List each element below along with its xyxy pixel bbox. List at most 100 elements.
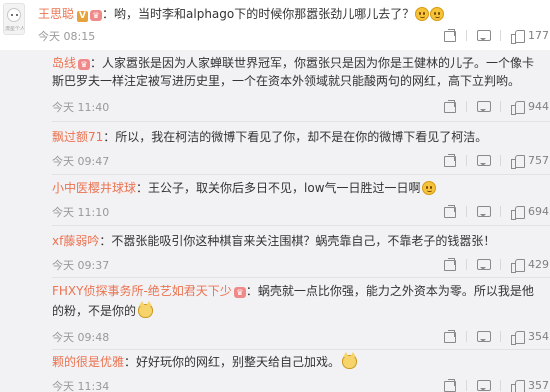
reply-time: 今天 09:37 [52,259,110,272]
reply-text-continued: 斯巴罗夫一样注定被写进历史里，一个在资本外领域就只能酸两句的网红，高下立判哟。 [52,74,521,88]
reply-actions: 357 [433,377,550,392]
verified-icon: V [77,11,89,22]
top-comment: 流星个人秀 王思聪V♛：哟，当时李和alphago下的时候你那嚣张劲儿哪儿去了？… [0,0,550,50]
reply-actions: 694 [433,203,550,220]
action-divider [500,100,501,112]
action-divider [466,379,467,391]
thumbs-up-icon[interactable] [511,154,525,169]
embarrassed-emoji-icon [415,7,430,21]
reply-item: xf藤弱吟：不嚣张能吸引你这种棋盲来关注围棋？蜗壳靠自己，不靠老子的钱嚣张！ 今… [52,233,550,273]
action-divider [466,330,467,342]
share-icon[interactable] [443,330,456,343]
reply-item: FHXY侦探事务所-绝艺如君天下少 ♛ ：蜗壳就一点比你强，能力之外资本为零。所以我… [52,283,550,345]
avatar-eye-left [11,14,13,16]
comment-icon[interactable] [477,205,491,218]
reply-item: 岛线 ♛ ：人家嚣张是因为人家蝉联世界冠军，你嚣张只是因为你是王健林的儿子。一个像卡… [52,55,550,115]
thumbs-up-icon[interactable] [511,379,525,392]
top-comment-time: 今天 08:15 [38,30,96,43]
thumbs-up-icon[interactable] [511,258,525,273]
like-count: 177 [528,28,549,42]
reply-text: ：好好玩你的网红，别整天给自己加戏。 [124,355,341,369]
reply-line: 飘过额71：所以，我在柯洁的微博下看见了你，却不是在你的微博下看见了柯洁。 [52,129,487,145]
reply-time: 今天 09:47 [52,155,110,168]
comment-icon[interactable] [477,154,491,167]
avatar-eye-right [16,14,18,16]
reply-actions: 757 [433,152,550,169]
row-divider [52,277,550,278]
embarrassed-emoji-icon [430,7,445,21]
action-divider [466,205,467,217]
action-divider [500,330,501,342]
comment-icon[interactable] [477,29,491,42]
reply-username-link[interactable]: FHXY侦探事务所-绝艺如君天下少 [52,284,232,298]
reply-line: 的粉，不是你的 [52,301,154,319]
share-icon[interactable] [443,29,456,42]
comment-icon[interactable] [477,330,491,343]
reply-line: 颗的很是优雅：好好玩你的网红，别整天给自己加戏。 [52,352,358,370]
row-divider [52,225,550,226]
reply-line: 小中医樱井球球：王公子，取关你后多日不见，low气一日胜过一日啊 [52,180,436,196]
thumbs-up-icon[interactable] [511,330,525,345]
action-divider [466,258,467,270]
comment-icon[interactable] [477,100,491,113]
reply-username-link[interactable]: 岛线 [52,56,76,70]
like-count: 357 [528,378,549,392]
action-divider [466,100,467,112]
action-divider [500,258,501,270]
top-comment-text: ：哟，当时李和alphago下的时候你那嚣张劲儿哪儿去了？ [102,7,415,21]
reply-time: 今天 09:48 [52,331,110,344]
reply-text-continued: 的粉，不是你的 [52,304,137,318]
reply-line: 岛线 ♛ ：人家嚣张是因为人家蝉联世界冠军，你嚣张只是因为你是王健林的儿子。一个像卡 [52,55,534,71]
reply-text: ：人家嚣张是因为人家蝉联世界冠军，你嚣张只是因为你是王健林的儿子。一个像卡 [90,56,535,70]
member-badge-icon: ♛ [78,59,91,70]
share-icon[interactable] [443,258,456,271]
share-icon[interactable] [443,379,456,392]
reply-item: 颗的很是优雅：好好玩你的网红，别整天给自己加戏。 今天 11:34 357 [52,352,550,392]
action-divider [500,29,501,41]
reply-text: ：不嚣张能吸引你这种棋盲来关注围棋？蜗壳靠自己，不靠老子的钱嚣张！ [99,234,496,248]
reply-text: ：蜗壳就一点比你强，能力之外资本为零。所以我是他 [245,284,534,298]
like-count: 694 [528,204,549,218]
member-badge-icon: ♛ [233,287,246,298]
comment-icon[interactable] [477,379,491,392]
reply-username-link[interactable]: 颗的很是优雅 [52,355,124,369]
avatar-face-icon [7,8,21,22]
like-count: 757 [528,153,549,167]
comment-icon[interactable] [477,258,491,271]
action-divider [500,379,501,391]
avatar-caption: 流星个人秀 [5,26,25,32]
action-divider [466,154,467,166]
reply-username-link[interactable]: 小中医樱井球球 [52,181,136,195]
thumbs-up-icon[interactable] [511,205,525,220]
avatar[interactable]: 流星个人秀 [3,3,25,35]
reply-text: ：王公子，取关你后多日不见，low气一日胜过一日啊 [136,181,421,195]
share-icon[interactable] [443,154,456,167]
like-count: 429 [528,257,549,271]
share-icon[interactable] [443,205,456,218]
reply-time: 今天 11:10 [52,206,110,219]
replies-feed: 岛线 ♛ ：人家嚣张是因为人家蝉联世界冠军，你嚣张只是因为你是王健林的儿子。一个像卡… [0,50,550,392]
cat-emoji-icon [342,352,358,369]
like-count: 354 [528,329,549,343]
reply-username-link[interactable]: 飘过额71 [52,130,103,144]
thumbs-up-icon[interactable] [511,29,525,44]
row-divider [52,121,550,122]
action-divider [466,29,467,41]
reply-actions: 429 [433,256,550,273]
top-comment-line: 王思聪 V ♛ ：哟，当时李和alphago下的时候你那嚣张劲儿哪儿去了？ [38,6,445,22]
reply-item: 小中医樱井球球：王公子，取关你后多日不见，low气一日胜过一日啊 今天 11:1… [52,180,550,220]
like-count: 944 [528,99,549,113]
reply-actions: 944 [433,98,550,115]
reply-time: 今天 11:34 [52,380,110,392]
reply-username-link[interactable]: xf藤弱吟 [52,234,99,248]
reply-line: xf藤弱吟：不嚣张能吸引你这种棋盲来关注围棋？蜗壳靠自己，不靠老子的钱嚣张！ [52,233,495,249]
top-username-link[interactable]: 王思聪 [38,7,74,21]
thumbs-up-icon[interactable] [511,100,525,115]
row-divider [52,349,550,350]
reply-line: FHXY侦探事务所-绝艺如君天下少 ♛ ：蜗壳就一点比你强，能力之外资本为零。所以我… [52,283,534,299]
member-badge-icon: ♛ [90,10,103,21]
cat-emoji-icon [138,301,154,318]
share-icon[interactable] [443,100,456,113]
top-comment-actions: 177 [433,27,550,44]
action-divider [500,205,501,217]
